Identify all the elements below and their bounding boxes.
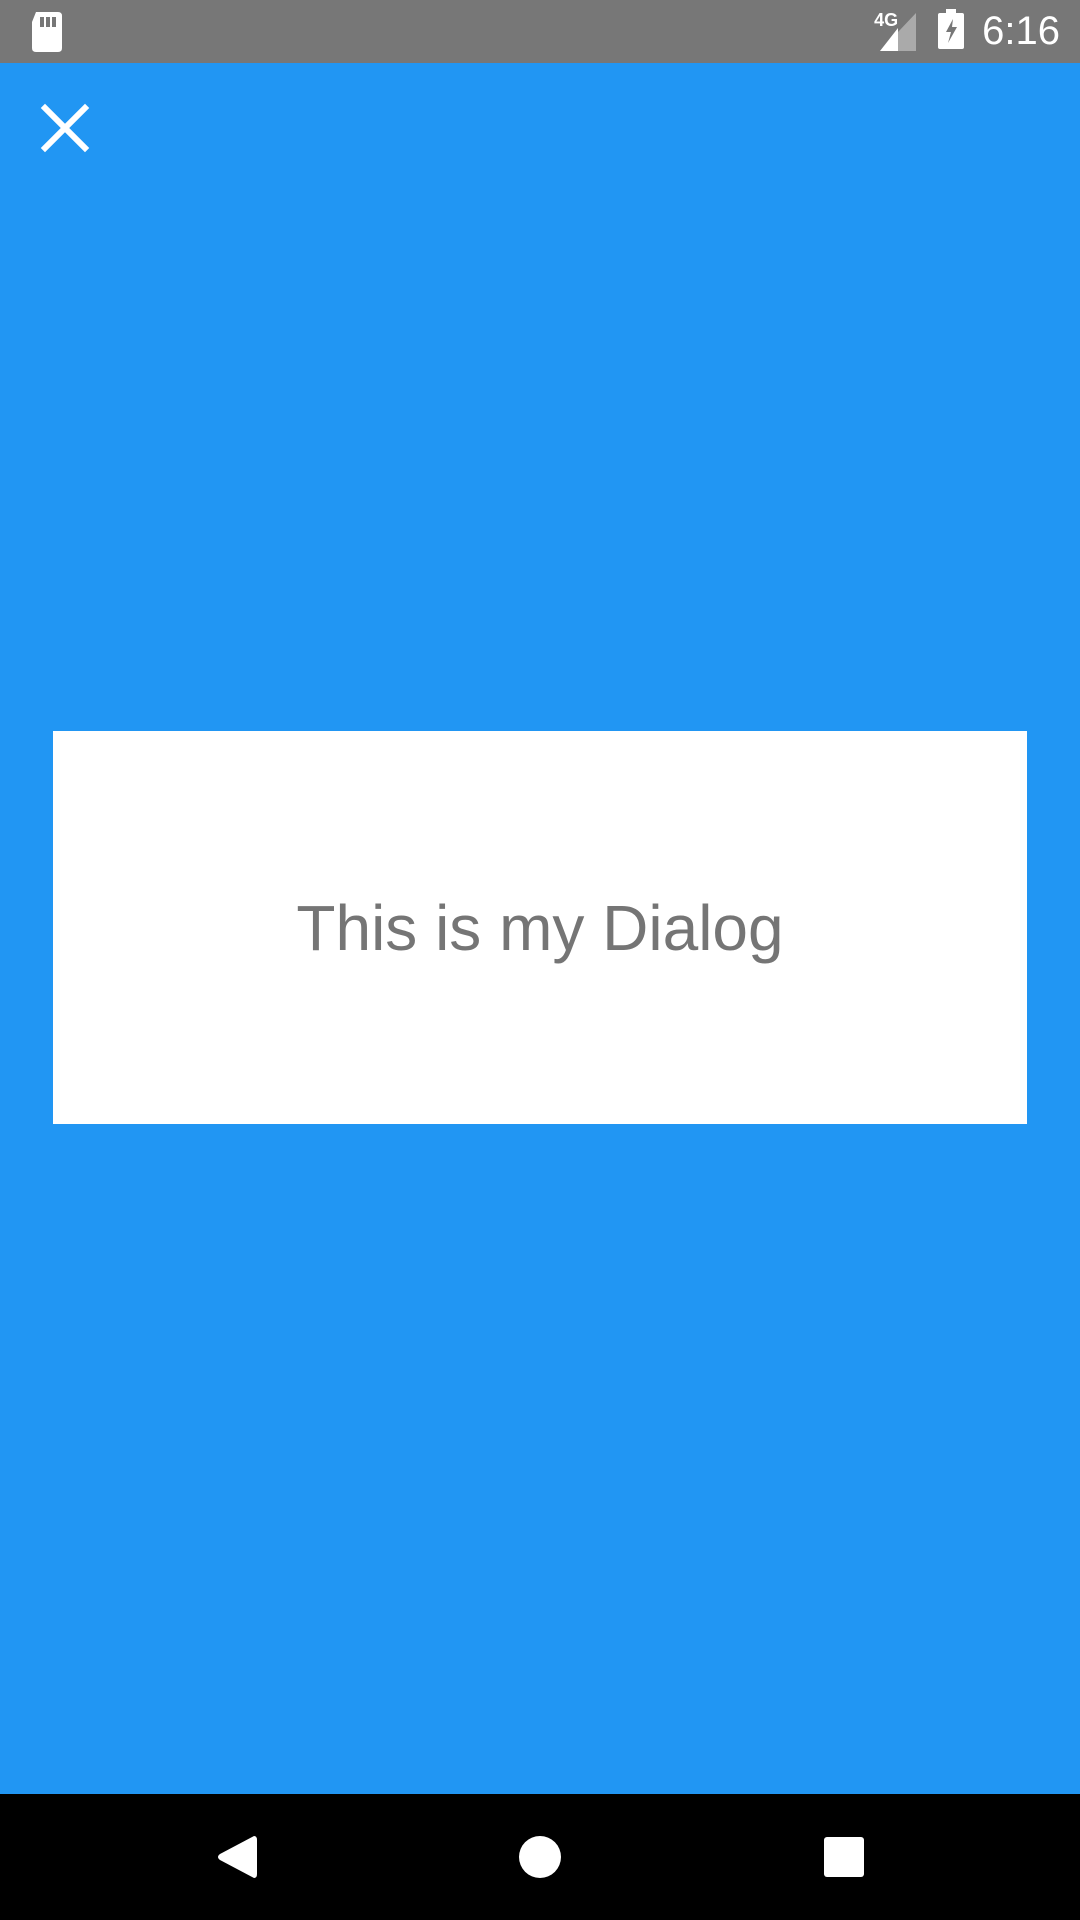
recent-apps-button[interactable] [784,1794,904,1920]
dialog-message: This is my Dialog [296,891,784,964]
close-icon [40,103,90,153]
sd-card-icon [30,12,66,52]
back-icon [218,1836,257,1878]
navigation-bar [0,1794,1080,1920]
status-right: 4G 6:16 [874,0,1060,63]
status-bar: 4G 6:16 [0,0,1080,63]
back-button[interactable] [176,1794,296,1920]
status-time: 6:16 [982,9,1060,53]
battery-charging-icon [938,9,965,54]
dialog-card: This is my Dialog [53,731,1027,1124]
home-button[interactable] [480,1794,600,1920]
network-status: 4G [874,9,920,51]
recent-apps-icon [824,1837,864,1877]
dialog-screen: This is my Dialog [0,63,1080,1794]
network-label: 4G [874,9,899,30]
home-icon [519,1836,561,1878]
close-button[interactable] [40,103,90,153]
